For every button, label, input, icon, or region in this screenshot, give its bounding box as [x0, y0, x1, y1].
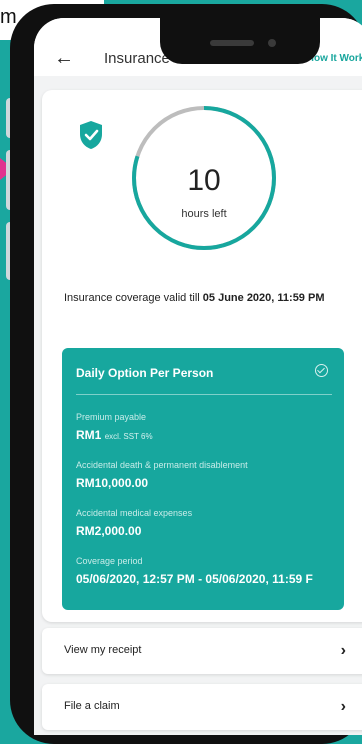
premium-amount: RM1 — [76, 428, 102, 442]
back-arrow-icon[interactable]: ← — [54, 48, 74, 68]
view-receipt-row[interactable]: View my receipt › — [42, 628, 362, 674]
death-disablement-label: Accidental death & permanent disablement — [76, 460, 248, 470]
chevron-right-icon: › — [340, 698, 346, 715]
plan-title: Daily Option Per Person — [76, 366, 214, 380]
divider — [76, 394, 332, 395]
chevron-right-icon: › — [340, 642, 346, 659]
page-title: Insurance — [104, 50, 170, 67]
coverage-validity-text: Insurance coverage valid till 05 June 20… — [64, 290, 334, 306]
front-camera — [268, 39, 276, 47]
coverage-period-label: Coverage period — [76, 556, 143, 566]
hours-left-value: 10 — [187, 164, 221, 197]
phone-notch — [160, 18, 320, 64]
phone-screen: ← Insurance How It Works? 10 hours left … — [34, 18, 362, 735]
shield-check-icon — [80, 121, 102, 149]
check-circle-icon — [315, 364, 328, 377]
premium-value: RM1 excl. SST 6% — [76, 428, 153, 442]
view-receipt-label: View my receipt — [64, 644, 142, 656]
medical-expenses-value: RM2,000.00 — [76, 524, 142, 538]
premium-label: Premium payable — [76, 412, 147, 422]
death-disablement-value: RM10,000.00 — [76, 476, 149, 490]
premium-tax-note: excl. SST 6% — [104, 432, 153, 441]
plan-card: Daily Option Per Person Premium payable … — [62, 348, 344, 610]
speaker-grille — [210, 40, 254, 46]
coverage-period-value: 05/06/2020, 12:57 PM - 05/06/2020, 11:59… — [76, 572, 313, 586]
validity-prefix: Insurance coverage valid till — [64, 292, 203, 304]
validity-date: 05 June 2020, 11:59 PM — [202, 292, 325, 304]
file-claim-label: File a claim — [64, 700, 120, 712]
file-claim-row[interactable]: File a claim › — [42, 684, 362, 730]
hours-left-label: hours left — [181, 208, 227, 220]
phone-frame: ← Insurance How It Works? 10 hours left … — [10, 4, 362, 744]
medical-expenses-label: Accidental medical expenses — [76, 508, 193, 518]
